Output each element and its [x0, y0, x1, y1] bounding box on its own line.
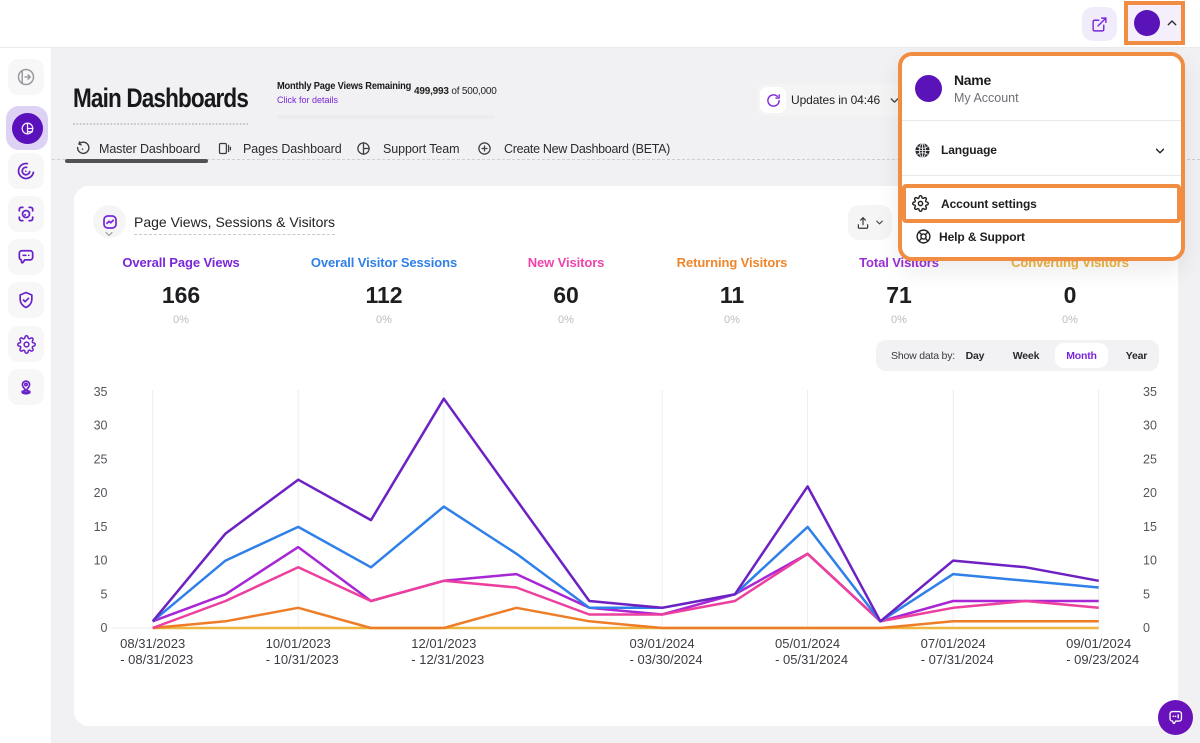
svg-text:- 07/31/2024: - 07/31/2024 [921, 652, 994, 666]
svg-text:03/01/2024: 03/01/2024 [630, 636, 695, 651]
svg-text:35: 35 [1143, 385, 1157, 399]
svg-text:0: 0 [1143, 621, 1150, 635]
svg-text:30: 30 [94, 419, 108, 433]
svg-text:30: 30 [1143, 419, 1157, 433]
svg-text:25: 25 [94, 452, 108, 466]
svg-text:10: 10 [94, 554, 108, 568]
svg-text:20: 20 [1143, 486, 1157, 500]
svg-text:09/01/2024: 09/01/2024 [1066, 636, 1131, 651]
svg-text:- 05/31/2024: - 05/31/2024 [775, 652, 848, 666]
svg-text:- 10/31/2023: - 10/31/2023 [266, 652, 339, 666]
svg-text:- 12/31/2023: - 12/31/2023 [411, 652, 484, 666]
svg-text:- 03/30/2024: - 03/30/2024 [630, 652, 703, 666]
svg-text:15: 15 [94, 520, 108, 534]
svg-text:15: 15 [1143, 520, 1157, 534]
svg-text:35: 35 [94, 385, 108, 399]
svg-text:10: 10 [1143, 554, 1157, 568]
svg-text:- 08/31/2023: - 08/31/2023 [120, 652, 193, 666]
svg-text:10/01/2023: 10/01/2023 [266, 636, 331, 651]
svg-text:08/31/2023: 08/31/2023 [120, 636, 185, 651]
svg-text:05/01/2024: 05/01/2024 [775, 636, 840, 651]
svg-text:- 09/23/2024: - 09/23/2024 [1066, 652, 1139, 666]
svg-text:12/01/2023: 12/01/2023 [411, 636, 476, 651]
svg-text:07/01/2024: 07/01/2024 [921, 636, 986, 651]
svg-text:25: 25 [1143, 452, 1157, 466]
svg-text:5: 5 [1143, 587, 1150, 601]
svg-text:20: 20 [94, 486, 108, 500]
svg-text:5: 5 [101, 587, 108, 601]
svg-text:0: 0 [101, 621, 108, 635]
